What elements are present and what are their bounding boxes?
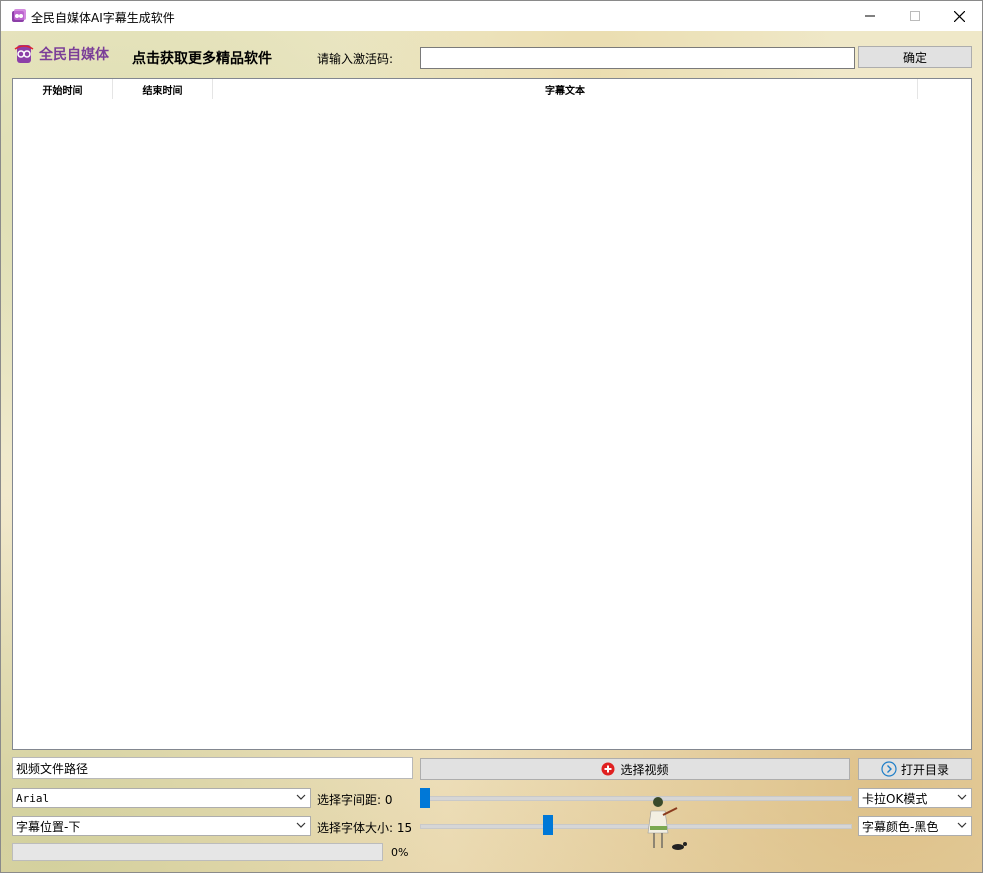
- font-size-label: 选择字体大小: 15: [317, 819, 412, 836]
- subtitle-position-select[interactable]: 字幕位置-下: [12, 816, 311, 836]
- subtitle-color-select[interactable]: 字幕颜色-黑色: [858, 816, 972, 836]
- app-icon: [11, 8, 27, 24]
- confirm-label: 确定: [903, 49, 927, 66]
- select-video-button[interactable]: 选择视频: [420, 758, 850, 780]
- client-area: 全民自媒体 点击获取更多精品软件 请输入激活码: 确定 开始时间 结束时间 字幕…: [1, 31, 982, 872]
- close-button[interactable]: [937, 1, 982, 31]
- logo-text: 全民自媒体: [39, 44, 109, 64]
- confirm-button[interactable]: 确定: [858, 46, 972, 68]
- subtitle-color-value: 字幕颜色-黑色: [862, 818, 938, 835]
- minimize-icon: [865, 11, 875, 21]
- open-directory-label: 打开目录: [901, 761, 949, 778]
- subtitle-table[interactable]: 开始时间 结束时间 字幕文本: [12, 78, 972, 750]
- title-bar: 全民自媒体AI字幕生成软件: [1, 1, 982, 31]
- progress-text: 0%: [391, 846, 408, 859]
- chevron-circle-icon: [881, 761, 897, 777]
- video-path-input[interactable]: 视频文件路径: [12, 757, 413, 779]
- chevron-down-icon: [957, 820, 967, 830]
- close-icon: [954, 11, 965, 22]
- chevron-down-icon: [957, 792, 967, 802]
- add-icon: [601, 762, 615, 776]
- column-subtitle-text[interactable]: 字幕文本: [213, 79, 918, 99]
- font-select[interactable]: Arial: [12, 788, 311, 808]
- table-header: 开始时间 结束时间 字幕文本: [13, 79, 971, 99]
- font-size-slider-track[interactable]: [420, 824, 852, 829]
- maximize-icon: [910, 11, 920, 21]
- karaoke-mode-value: 卡拉OK模式: [862, 790, 927, 807]
- column-end-time[interactable]: 结束时间: [113, 79, 213, 99]
- brand-logo[interactable]: 全民自媒体: [13, 43, 109, 65]
- subtitle-position-value: 字幕位置-下: [16, 818, 80, 835]
- app-window: 全民自媒体AI字幕生成软件 全民自媒体 点击获取更多精品软件 请输入激活码: 确…: [0, 0, 983, 873]
- spacing-slider-thumb[interactable]: [420, 788, 430, 808]
- progress-bar: [12, 843, 383, 861]
- minimize-button[interactable]: [847, 1, 892, 31]
- chevron-down-icon: [296, 820, 306, 830]
- window-title: 全民自媒体AI字幕生成软件: [31, 9, 175, 26]
- promo-link[interactable]: 点击获取更多精品软件: [132, 48, 272, 68]
- activation-code-input[interactable]: [420, 47, 855, 69]
- activation-label: 请输入激活码:: [317, 50, 393, 67]
- karaoke-mode-select[interactable]: 卡拉OK模式: [858, 788, 972, 808]
- spacing-slider-track[interactable]: [420, 796, 852, 801]
- spacing-label: 选择字间距: 0: [317, 791, 393, 808]
- decorative-girl-illustration: [641, 793, 691, 855]
- chevron-down-icon: [296, 792, 306, 802]
- maximize-button[interactable]: [892, 1, 937, 31]
- logo-icon: [13, 43, 35, 65]
- column-start-time[interactable]: 开始时间: [13, 79, 113, 99]
- font-select-value: Arial: [16, 792, 49, 805]
- video-path-placeholder: 视频文件路径: [16, 760, 88, 777]
- select-video-label: 选择视频: [620, 761, 668, 778]
- open-directory-button[interactable]: 打开目录: [858, 758, 972, 780]
- font-size-slider-thumb[interactable]: [543, 815, 553, 835]
